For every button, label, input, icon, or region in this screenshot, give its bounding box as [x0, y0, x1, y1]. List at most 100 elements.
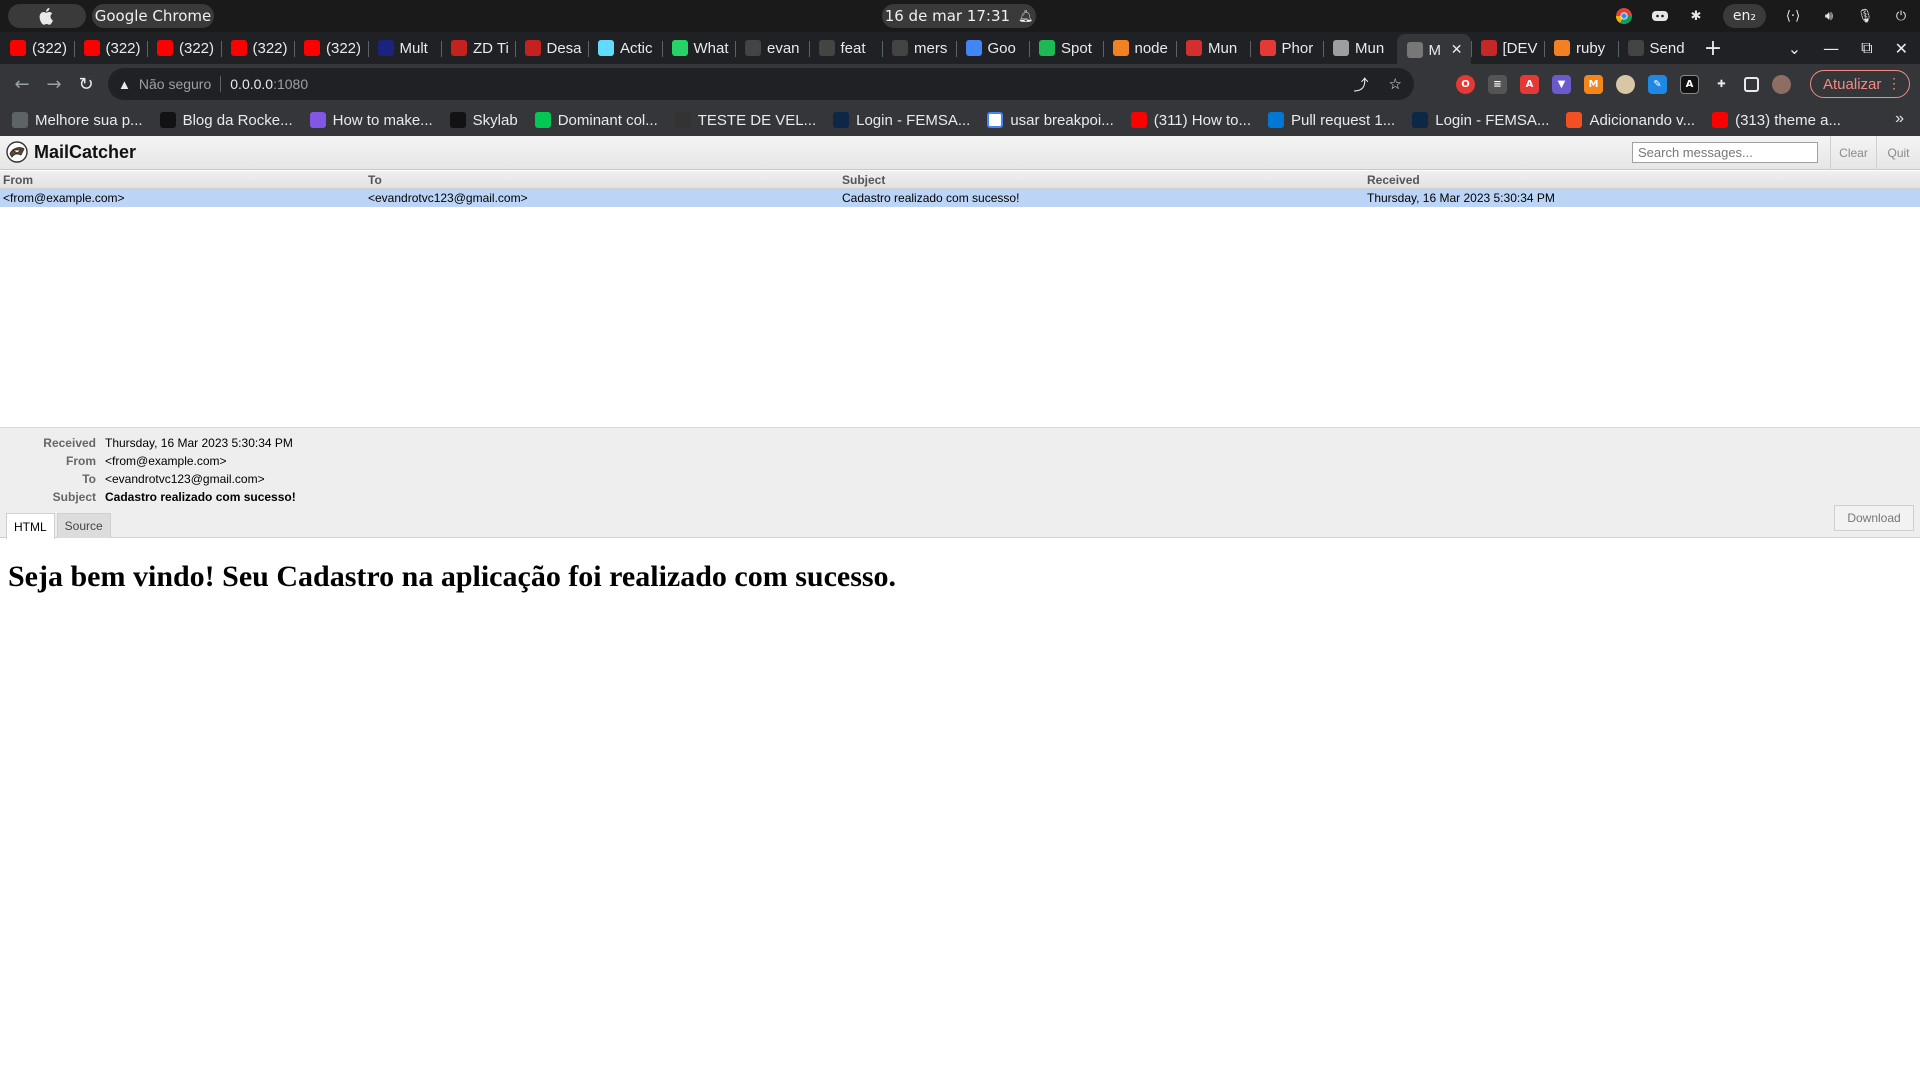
reload-button[interactable]: ↻ — [70, 68, 102, 100]
meta-to-row: To <evandrotvc123@gmail.com> — [0, 472, 264, 490]
browser-tab[interactable]: [DEV — [1470, 34, 1545, 62]
bookmark-item[interactable]: usar breakpoi... — [987, 112, 1114, 129]
opera-extension-icon[interactable]: O — [1456, 74, 1475, 94]
browser-tab[interactable]: feat — [808, 34, 883, 62]
browser-tab[interactable]: Spot — [1029, 34, 1103, 62]
bookmark-item[interactable]: Login - FEMSA... — [833, 112, 970, 129]
whatsapp-icon — [671, 40, 688, 56]
network-icon[interactable]: ⟨·⟩ — [1784, 7, 1802, 25]
security-label[interactable]: Não seguro — [139, 76, 211, 92]
bookmark-item[interactable]: How to make... — [309, 112, 433, 129]
meta-to-label: To — [82, 472, 96, 486]
meta-subject-label: Subject — [52, 490, 96, 504]
pdf-extension-icon[interactable]: A — [1520, 74, 1539, 94]
shield-extension-icon[interactable]: ▼ — [1552, 74, 1571, 94]
browser-tab[interactable]: What — [661, 34, 736, 62]
browser-tab[interactable]: node — [1102, 34, 1177, 62]
download-button[interactable]: Download — [1834, 505, 1914, 531]
new-tab-button[interactable]: + — [1701, 36, 1725, 61]
tools-extension-icon[interactable]: ✎ — [1648, 74, 1667, 94]
browser-tab[interactable]: (322) — [147, 34, 221, 62]
bookmark-item[interactable]: Skylab — [449, 112, 518, 129]
bookmark-item[interactable]: Adicionando v... — [1566, 112, 1695, 129]
minimize-button[interactable]: — — [1823, 39, 1839, 58]
browser-tab[interactable]: Actic — [588, 34, 662, 62]
bookmark-item[interactable]: Blog da Rocke... — [159, 112, 293, 129]
bookmark-item[interactable]: (313) theme a... — [1712, 112, 1841, 129]
close-window-button[interactable]: ✕ — [1895, 39, 1908, 58]
column-to[interactable]: To — [368, 173, 382, 187]
clock[interactable]: 16 de mar 17:31 🔔︎ — [882, 4, 1036, 28]
column-from[interactable]: From — [3, 173, 33, 187]
browser-tab[interactable]: mers — [882, 34, 956, 62]
more-menu-icon[interactable]: ⋮ — [1887, 75, 1901, 92]
skylab-icon — [449, 112, 466, 128]
browser-tab[interactable]: Phor — [1249, 34, 1324, 62]
microphone-icon[interactable]: 🎙︎ — [1856, 7, 1874, 25]
app-title: MailCatcher — [34, 141, 137, 162]
tab-search-icon[interactable]: ⌄ — [1788, 39, 1801, 58]
tab-label: Desa — [546, 39, 582, 57]
mailcatcher-logo[interactable]: MailCatcher — [6, 141, 136, 163]
discord-icon[interactable] — [1651, 7, 1669, 25]
tab-label: M — [1428, 41, 1442, 59]
browser-tab[interactable]: (322) — [294, 34, 368, 62]
update-label: Atualizar — [1823, 75, 1882, 93]
back-button[interactable]: ← — [6, 68, 38, 100]
browser-tab[interactable]: Mun — [1176, 34, 1250, 62]
browser-tab[interactable]: (322) — [0, 34, 74, 62]
volume-icon[interactable]: 🔊︎ — [1820, 7, 1838, 25]
bookmark-item[interactable]: TESTE DE VEL... — [674, 112, 816, 129]
tab-html[interactable]: HTML — [6, 513, 55, 539]
chrome-icon[interactable] — [1615, 7, 1633, 25]
table-row[interactable]: <from@example.com> <evandrotvc123@gmail.… — [0, 189, 1920, 207]
metamask-icon[interactable]: M — [1584, 74, 1603, 94]
tab-source[interactable]: Source — [56, 513, 111, 538]
search-input[interactable] — [1632, 142, 1818, 163]
browser-tab[interactable]: Mun — [1323, 34, 1397, 62]
column-received[interactable]: Received — [1367, 173, 1420, 187]
browser-tab[interactable]: Mult — [367, 34, 442, 62]
browser-tab[interactable]: (322) — [73, 34, 148, 62]
browser-tab[interactable]: M ✕ — [1396, 34, 1471, 66]
warning-icon[interactable]: ▲ — [118, 77, 131, 92]
power-icon[interactable]: ⏻ — [1892, 7, 1910, 25]
address-bar[interactable]: ▲ Não seguro 0.0.0.0:1080 ⤴ ☆ — [108, 68, 1414, 100]
quit-button[interactable]: Quit — [1876, 136, 1920, 170]
browser-tab[interactable]: ZD Ti — [441, 34, 515, 62]
browser-tab[interactable]: Send — [1617, 34, 1692, 62]
app-menu[interactable]: Google Chrome — [92, 4, 214, 28]
browser-tab[interactable]: Goo — [955, 34, 1030, 62]
browser-tab[interactable]: Desa — [514, 34, 589, 62]
bookmark-item[interactable]: Login - FEMSA... — [1412, 112, 1549, 129]
activities-button[interactable] — [8, 4, 86, 28]
puzzle-icon[interactable]: ✚ — [1712, 75, 1731, 94]
browser-tab[interactable]: evan — [735, 34, 809, 62]
bookmark-label: (313) theme a... — [1735, 111, 1841, 129]
forward-button[interactable]: → — [38, 68, 70, 100]
extension-icon[interactable]: ≡ — [1488, 74, 1507, 94]
url-host: 0.0.0.0 — [230, 76, 274, 92]
clear-button[interactable]: Clear — [1830, 136, 1876, 170]
update-button[interactable]: Atualizar ⋮ — [1810, 70, 1910, 98]
more-bookmarks-icon[interactable]: » — [1895, 110, 1904, 128]
share-icon[interactable]: ⤴ — [1354, 74, 1369, 95]
bookmark-item[interactable]: (311) How to... — [1130, 112, 1251, 129]
maximize-button[interactable]: ⧉ — [1861, 38, 1872, 58]
bookmark-item[interactable]: Dominant col... — [534, 112, 658, 129]
message-heading: Seja bem vindo! Seu Cadastro na aplicaçã… — [8, 560, 897, 593]
egg-extension-icon[interactable] — [1616, 74, 1635, 94]
browser-tab[interactable]: ruby — [1544, 34, 1618, 62]
side-panel-icon[interactable] — [1744, 76, 1759, 92]
bookmark-star-icon[interactable]: ☆ — [1389, 75, 1402, 93]
bookmark-item[interactable]: Pull request 1... — [1268, 112, 1395, 129]
keyboard-language[interactable]: en₂ — [1722, 4, 1766, 28]
bookmark-item[interactable]: Melhore sua p... — [12, 112, 143, 129]
spotify-icon — [1039, 40, 1055, 56]
column-subject[interactable]: Subject — [842, 173, 885, 187]
a-extension-icon[interactable]: A — [1680, 74, 1699, 94]
browser-tab[interactable]: (322) — [220, 34, 295, 62]
close-tab-icon[interactable]: ✕ — [1451, 41, 1463, 58]
avatar[interactable] — [1772, 74, 1791, 94]
slack-icon[interactable]: ✱ — [1687, 7, 1705, 25]
